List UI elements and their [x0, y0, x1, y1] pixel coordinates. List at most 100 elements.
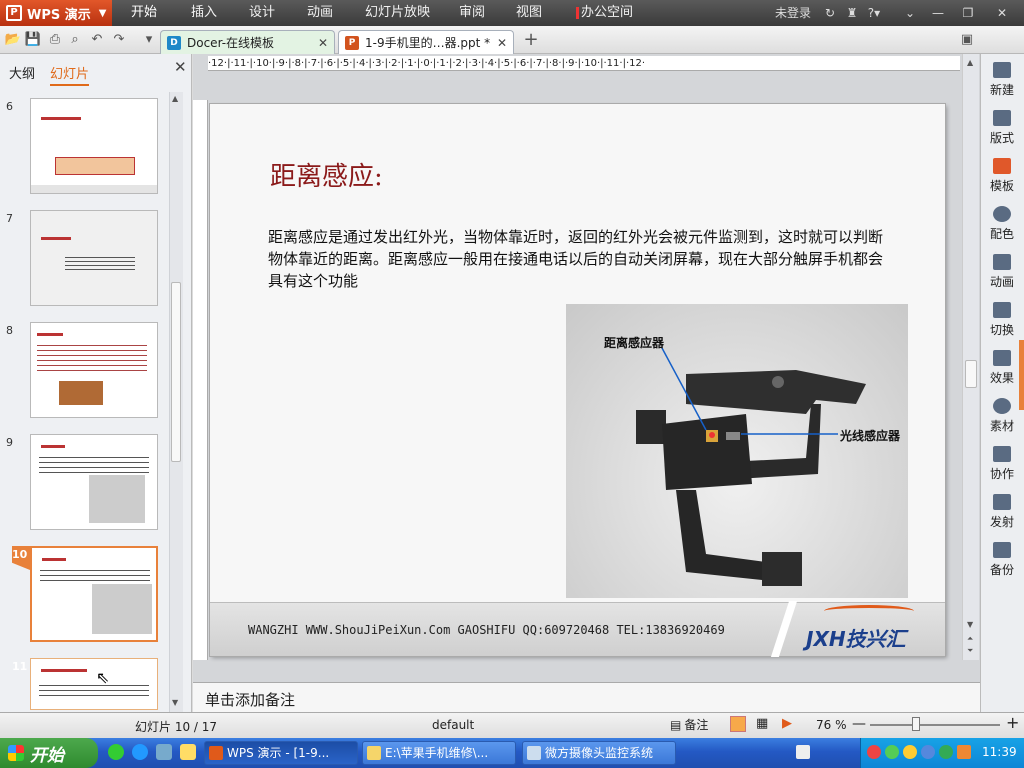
- menu-office-space[interactable]: 办公空间: [581, 0, 633, 26]
- task-new[interactable]: 新建: [980, 62, 1024, 98]
- scroll-thumb[interactable]: [171, 282, 181, 462]
- task-template[interactable]: 模板: [980, 158, 1024, 194]
- tray-icon[interactable]: [885, 745, 899, 759]
- minimize-icon[interactable]: —: [930, 5, 946, 21]
- quicklaunch-browser-icon[interactable]: [108, 744, 124, 760]
- thumb-title: [41, 445, 65, 448]
- slide-counter: 幻灯片 10 / 17: [135, 720, 218, 734]
- task-layout[interactable]: 版式: [980, 110, 1024, 146]
- slide-body-text[interactable]: 距离感应是通过发出红外光，当物体靠近时，返回的红外光会被元件监测到，这时就可以判…: [268, 226, 888, 292]
- task-wps[interactable]: WPS 演示 - [1-9...: [204, 741, 358, 765]
- scroll-down-icon[interactable]: ▼: [172, 698, 178, 707]
- app-menu-button[interactable]: P WPS 演示 ▼: [0, 0, 112, 26]
- menu-animation[interactable]: 动画: [307, 0, 333, 26]
- tab-docer[interactable]: D Docer-在线模板 ✕: [160, 30, 335, 54]
- slide-thumbnail[interactable]: [30, 210, 158, 306]
- save-icon[interactable]: 💾: [24, 31, 42, 49]
- thumb-number: 9: [6, 436, 13, 449]
- new-tab-icon[interactable]: +: [522, 31, 540, 49]
- close-panel-icon[interactable]: ✕: [174, 58, 187, 76]
- print-preview-icon[interactable]: ⌕: [66, 31, 84, 49]
- sensor-photo[interactable]: 距离感应器 光线感应器: [566, 304, 908, 598]
- slide-sorter-icon[interactable]: ▦: [756, 716, 772, 732]
- task-camera[interactable]: 微方摄像头监控系统: [522, 741, 676, 765]
- task-backup[interactable]: 备份: [980, 542, 1024, 578]
- notes-pane[interactable]: 单击添加备注: [193, 682, 980, 712]
- vertical-ruler: [193, 100, 208, 660]
- thumbnail-scrollbar[interactable]: ▲ ▼: [169, 92, 183, 712]
- help-icon[interactable]: ?▾: [866, 5, 882, 21]
- close-icon[interactable]: ✕: [994, 5, 1010, 21]
- show-desktop-icon[interactable]: [180, 744, 196, 760]
- scroll-up-icon[interactable]: ▲: [967, 58, 973, 67]
- slide-thumbnail[interactable]: [30, 98, 158, 194]
- slide-thumbnail-selected[interactable]: [30, 546, 158, 642]
- open-folder-icon[interactable]: 📂: [4, 31, 22, 49]
- customize-toolbar-icon[interactable]: ▾: [140, 31, 158, 49]
- slide-thumbnail[interactable]: [30, 658, 158, 710]
- tab-outline[interactable]: 大纲: [9, 63, 35, 82]
- task-animation[interactable]: 动画: [980, 254, 1024, 290]
- thumb-number: 11: [12, 660, 28, 673]
- next-slide-icon[interactable]: ⏷: [967, 646, 973, 656]
- close-tab-icon[interactable]: ✕: [497, 36, 507, 50]
- menu-view[interactable]: 视图: [516, 0, 542, 26]
- ie-icon[interactable]: [132, 744, 148, 760]
- editor-vertical-scrollbar[interactable]: ▲ ▼ ⏶ ⏷: [962, 54, 979, 660]
- tab-slides[interactable]: 幻灯片: [50, 63, 90, 86]
- clock[interactable]: 11:39: [982, 745, 1017, 759]
- task-backup-label: 备份: [989, 563, 1014, 577]
- slide-canvas[interactable]: 距离感应: 距离感应是通过发出红外光，当物体靠近时，返回的红外光会被元件监测到，…: [210, 104, 945, 657]
- zoom-slider-thumb[interactable]: [912, 717, 920, 731]
- menu-insert[interactable]: 插入: [191, 0, 217, 26]
- slideshow-icon[interactable]: ▶: [782, 716, 798, 732]
- print-icon[interactable]: ⎙: [46, 31, 64, 49]
- slide-title[interactable]: 距离感应:: [270, 156, 383, 193]
- task-color-scheme[interactable]: 配色: [980, 206, 1024, 242]
- shield-icon[interactable]: [957, 745, 971, 759]
- network-icon[interactable]: [939, 745, 953, 759]
- thumb-number-selected: 10: [12, 548, 28, 561]
- undo-icon[interactable]: ↶: [88, 31, 106, 49]
- normal-view-icon[interactable]: [730, 716, 746, 732]
- tray-icon[interactable]: [921, 745, 935, 759]
- menu-review[interactable]: 审阅: [459, 0, 485, 26]
- task-transition[interactable]: 切换: [980, 302, 1024, 338]
- slide-thumbnail[interactable]: [30, 322, 158, 418]
- tab-ppt-file[interactable]: P 1-9手机里的…器.ppt * ✕: [338, 30, 514, 54]
- keyboard-icon[interactable]: [796, 745, 810, 759]
- task-explorer[interactable]: E:\苹果手机维修\...: [362, 741, 516, 765]
- close-tab-icon[interactable]: ✕: [318, 36, 328, 50]
- slide-thumbnail[interactable]: [30, 434, 158, 530]
- zoom-slider[interactable]: [870, 724, 1000, 726]
- task-send[interactable]: 发射: [980, 494, 1024, 530]
- quicklaunch-app-icon[interactable]: [156, 744, 172, 760]
- start-button[interactable]: 开始: [0, 738, 98, 768]
- menu-start[interactable]: 开始: [131, 0, 157, 26]
- zoom-out-icon[interactable]: —: [852, 716, 866, 732]
- scroll-down-icon[interactable]: ▼: [967, 620, 973, 629]
- menu-design[interactable]: 设计: [249, 0, 275, 26]
- skin-icon[interactable]: ♜: [844, 5, 860, 21]
- tray-icon[interactable]: [867, 745, 881, 759]
- menu-slideshow[interactable]: 幻灯片放映: [365, 0, 430, 26]
- task-collaborate[interactable]: 协作: [980, 446, 1024, 482]
- scroll-thumb[interactable]: [965, 360, 977, 388]
- notes-toggle-button[interactable]: ▤ 备注: [670, 716, 720, 734]
- notes-placeholder[interactable]: 单击添加备注: [205, 689, 295, 710]
- prev-slide-icon[interactable]: ⏶: [967, 634, 973, 644]
- footer-contact-text: WANGZHI WWW.ShouJiPeiXun.Com GAOSHIFU QQ…: [248, 623, 725, 637]
- zoom-in-icon[interactable]: +: [1006, 713, 1019, 732]
- tab-list-icon[interactable]: ▣: [958, 31, 976, 49]
- tray-icon[interactable]: [903, 745, 917, 759]
- scroll-up-icon[interactable]: ▲: [172, 94, 178, 103]
- task-material[interactable]: 素材: [980, 398, 1024, 434]
- zoom-level[interactable]: 76 %: [816, 718, 847, 732]
- task-effect[interactable]: 效果: [980, 350, 1024, 386]
- sync-icon[interactable]: ↻: [822, 5, 838, 21]
- redo-icon[interactable]: ↷: [110, 31, 128, 49]
- login-status[interactable]: 未登录: [775, 0, 811, 26]
- collaborate-icon: [993, 446, 1011, 462]
- collapse-ribbon-icon[interactable]: ⌄: [902, 5, 918, 21]
- restore-icon[interactable]: ❐: [960, 5, 976, 21]
